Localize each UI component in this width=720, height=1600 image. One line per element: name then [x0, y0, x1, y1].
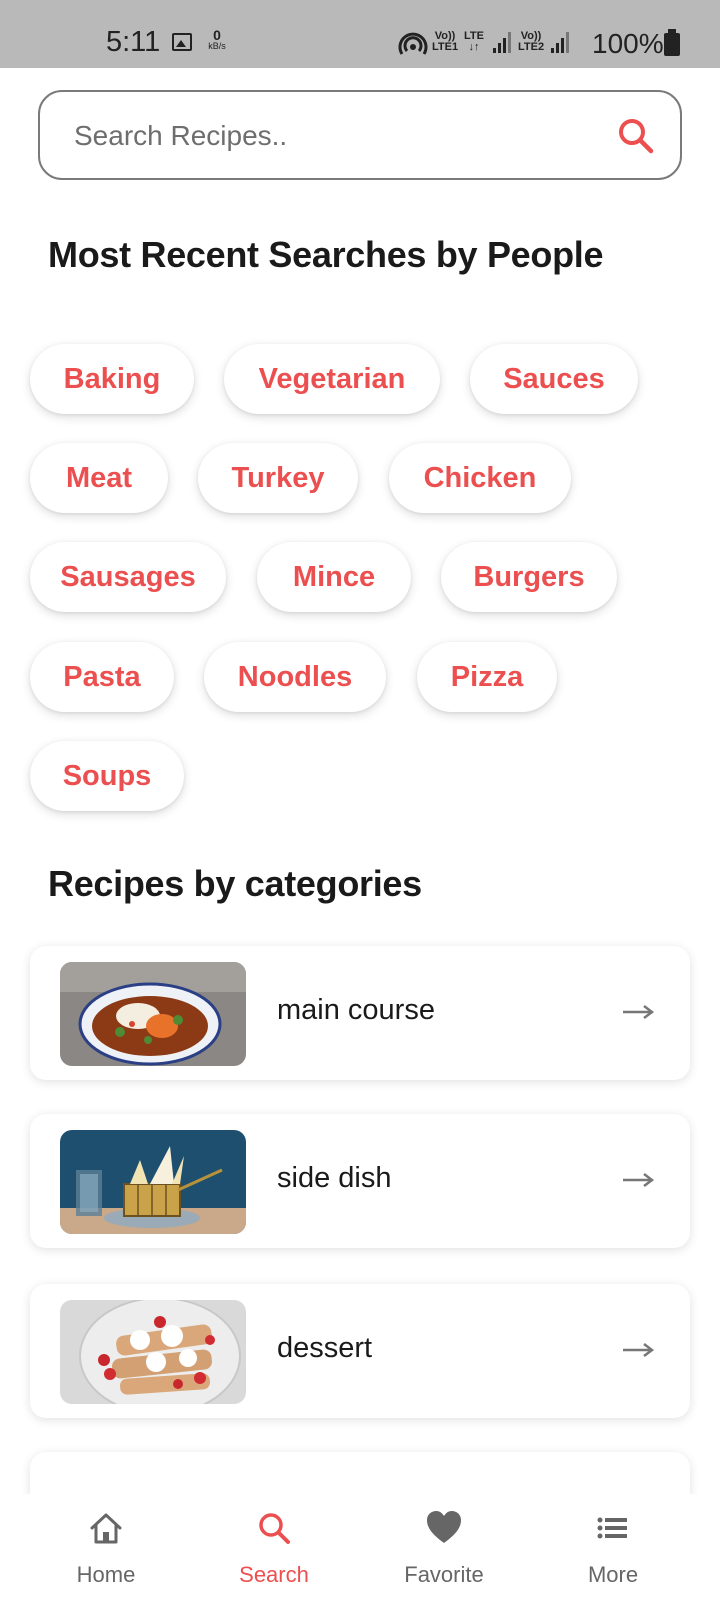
chip-burgers[interactable]: Burgers: [441, 542, 617, 612]
heart-icon: [427, 1511, 461, 1543]
sim1-volte-label: Vo)) LTE1: [432, 31, 458, 53]
battery-percent: 100%: [592, 28, 664, 59]
chip-noodles[interactable]: Noodles: [204, 642, 386, 712]
bottom-navigation: Home Search Favorite More: [0, 1494, 720, 1600]
search-icon: [259, 1513, 290, 1544]
arrow-right-icon: [623, 1005, 654, 1019]
sim2-volte-bottom: LTE2: [518, 41, 545, 53]
search-input[interactable]: [74, 114, 594, 158]
home-icon: [90, 1513, 122, 1544]
lte-data-label: LTE ↓↑: [464, 31, 484, 53]
chip-pizza[interactable]: Pizza: [417, 642, 557, 712]
nav-search[interactable]: Search: [189, 1494, 359, 1600]
lte-arrows: ↓↑: [468, 41, 480, 53]
sim2-volte-label: Vo)) LTE2: [518, 31, 544, 53]
chip-mince[interactable]: Mince: [257, 542, 411, 612]
dessert-image: [60, 1300, 246, 1404]
network-speed: 0 kB/s: [205, 27, 229, 52]
chip-turkey[interactable]: Turkey: [198, 443, 358, 513]
nav-more-label: More: [587, 1562, 639, 1587]
status-bar: 5:11 0 kB/s Vo)) LTE1 LTE ↓↑ Vo)) LTE2 1…: [0, 0, 720, 68]
categories-title: Recipes by categories: [48, 863, 422, 904]
nav-search-label: Search: [239, 1562, 309, 1587]
category-label: main course: [277, 994, 435, 1026]
status-time: 5:11: [106, 26, 161, 58]
chip-chicken[interactable]: Chicken: [389, 443, 571, 513]
search-icon[interactable]: [616, 116, 656, 156]
network-speed-value: 0: [213, 27, 221, 43]
signal-strength-2-icon: [551, 32, 569, 53]
nav-favorite-label: Favorite: [404, 1562, 484, 1587]
chip-sauces[interactable]: Sauces: [470, 344, 638, 414]
network-speed-unit: kB/s: [208, 41, 226, 51]
chip-vegetarian[interactable]: Vegetarian: [224, 344, 440, 414]
nav-home-label: Home: [76, 1562, 136, 1587]
arrow-right-icon: [623, 1343, 654, 1357]
category-card-dessert[interactable]: dessert: [30, 1284, 690, 1418]
search-bar[interactable]: [38, 90, 682, 180]
category-card-side-dish[interactable]: side dish: [30, 1114, 690, 1248]
arrow-right-icon: [623, 1173, 654, 1187]
signal-strength-icon: [493, 32, 511, 53]
hotspot-icon: [398, 32, 428, 55]
battery-icon: [664, 29, 680, 56]
side-dish-image: [60, 1130, 246, 1234]
chip-pasta[interactable]: Pasta: [30, 642, 174, 712]
recent-searches-title: Most Recent Searches by People: [48, 234, 604, 275]
menu-icon: [597, 1517, 627, 1539]
main-course-image: [60, 962, 246, 1066]
sim1-volte-bottom: LTE1: [432, 41, 459, 53]
category-card-main-course[interactable]: main course: [30, 946, 690, 1080]
chip-meat[interactable]: Meat: [30, 443, 168, 513]
nav-home[interactable]: Home: [21, 1494, 191, 1600]
gallery-notification-icon: [172, 33, 192, 51]
category-label: side dish: [277, 1162, 392, 1194]
category-label: dessert: [277, 1332, 373, 1364]
chip-soups[interactable]: Soups: [30, 741, 184, 811]
nav-more[interactable]: More: [528, 1494, 698, 1600]
chip-baking[interactable]: Baking: [30, 344, 194, 414]
nav-favorite[interactable]: Favorite: [359, 1494, 529, 1600]
chip-sausages[interactable]: Sausages: [30, 542, 226, 612]
